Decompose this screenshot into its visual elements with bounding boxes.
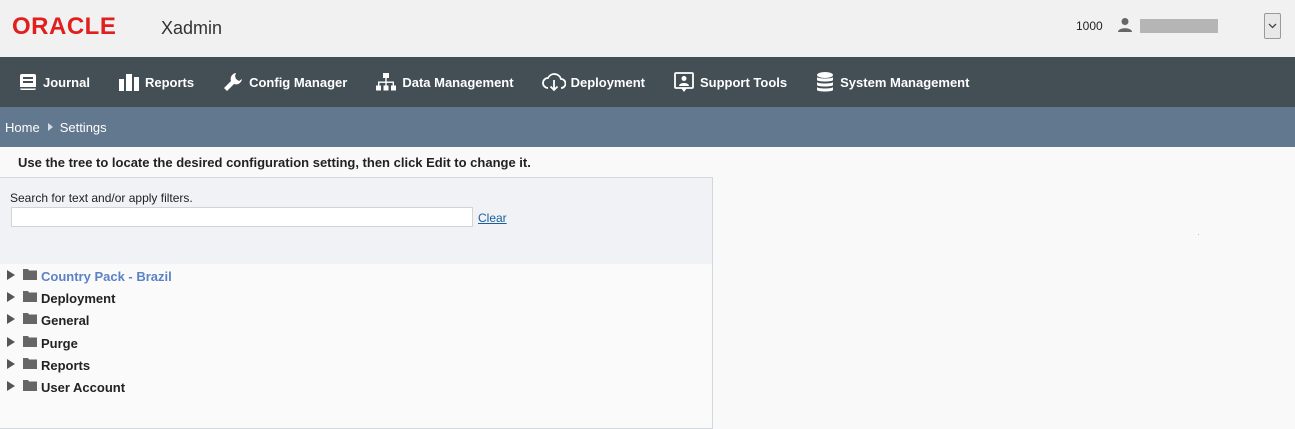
tree-item-label: Purge	[41, 336, 78, 351]
support-icon	[674, 72, 694, 92]
breadcrumb-home[interactable]: Home	[5, 120, 40, 135]
user-menu-dropdown[interactable]	[1264, 13, 1281, 39]
filter-label: Search for text and/or apply filters.	[10, 191, 193, 205]
expand-caret-icon[interactable]	[7, 337, 15, 347]
tree-item-label: Reports	[41, 358, 91, 373]
nav-journal[interactable]: Journal	[18, 72, 90, 92]
folder-icon	[23, 313, 37, 324]
journal-icon	[20, 74, 36, 90]
tree-item-label: User Account	[41, 380, 126, 395]
folder-icon	[23, 269, 37, 280]
main-navbar: Journal Reports Config Manager Data Mana…	[0, 57, 1295, 107]
expand-caret-icon[interactable]	[7, 359, 15, 369]
nav-reports[interactable]: Reports	[118, 72, 194, 92]
nav-data-management[interactable]: Data Management	[375, 72, 514, 92]
expand-caret-icon[interactable]	[7, 292, 15, 302]
stray-dot	[1198, 234, 1199, 235]
tree-item-label: Deployment	[41, 291, 116, 306]
folder-icon	[23, 336, 37, 347]
oracle-logo: ORACLE	[12, 13, 117, 40]
tree-item-label: General	[41, 313, 90, 328]
chevron-down-icon	[1268, 23, 1277, 29]
nav-system-management-label: System Management	[840, 74, 970, 90]
store-number: 1000	[1076, 19, 1103, 33]
tree-item-label: Country Pack - Brazil	[41, 269, 172, 284]
nav-reports-label: Reports	[144, 74, 195, 90]
filter-area: Search for text and/or apply filters. Cl…	[0, 178, 712, 264]
folder-icon	[23, 380, 37, 391]
nav-config-manager-label: Config Manager	[249, 74, 348, 90]
page-instruction: Use the tree to locate the desired confi…	[18, 155, 531, 170]
nav-journal-label: Journal	[43, 74, 90, 90]
app-name: Xadmin	[161, 18, 223, 38]
folder-icon	[23, 358, 37, 369]
nav-data-management-label: Data Management	[402, 74, 514, 90]
nav-deployment[interactable]: Deployment	[541, 72, 645, 92]
expand-caret-icon[interactable]	[7, 381, 15, 391]
breadcrumb: Home Settings	[0, 107, 1295, 147]
nav-support-tools-label: Support Tools	[699, 74, 788, 90]
expand-caret-icon[interactable]	[7, 314, 15, 324]
nav-config-manager[interactable]: Config Manager	[222, 71, 347, 93]
user-name	[1140, 19, 1218, 33]
database-icon	[817, 72, 834, 92]
settings-tree-panel: Search for text and/or apply filters. Cl…	[0, 177, 713, 429]
app-header: ORACLE Xadmin 1000	[0, 0, 1295, 57]
user-icon	[1118, 18, 1132, 32]
nav-support-tools[interactable]: Support Tools	[673, 71, 787, 93]
search-input[interactable]	[11, 207, 473, 227]
wrench-icon	[224, 73, 243, 91]
breadcrumb-current: Settings	[59, 119, 107, 135]
breadcrumb-separator-icon	[47, 123, 53, 131]
expand-caret-icon[interactable]	[7, 270, 15, 280]
clear-link[interactable]: Clear	[478, 211, 507, 225]
nav-system-management[interactable]: System Management	[815, 71, 969, 93]
folder-icon	[23, 291, 37, 302]
nav-deployment-label: Deployment	[570, 74, 645, 90]
bar-chart-icon	[118, 74, 139, 91]
cloud-download-icon	[541, 73, 566, 92]
hierarchy-icon	[376, 73, 397, 91]
